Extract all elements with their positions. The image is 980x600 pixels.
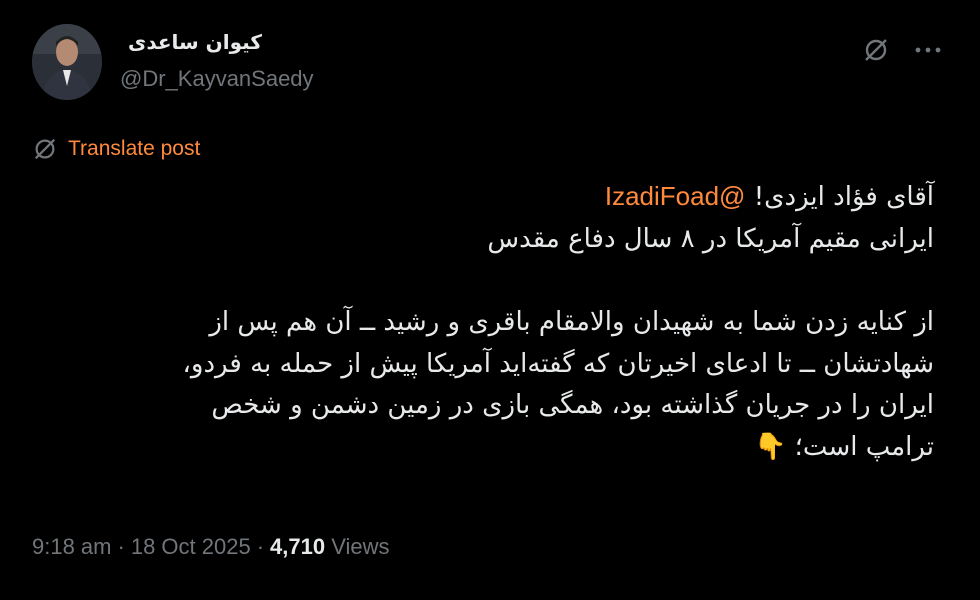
grok-icon[interactable] [856, 30, 896, 70]
pointing-down-emoji: 👇 [754, 431, 787, 462]
separator-dot: · [256, 534, 265, 559]
views-label: Views [331, 534, 390, 559]
tweet-line-2: ایرانی مقیم آمریکا در ۸ سال دفاع مقدس [487, 223, 934, 254]
more-options-icon[interactable] [908, 30, 948, 70]
tweet-paragraph-line-1: از کنایه زدن شما به شهیدان والامقام باقر… [209, 307, 934, 338]
translate-post-link[interactable]: Translate post [32, 136, 200, 162]
author-handle[interactable]: @Dr_KayvanSaedy [120, 66, 314, 92]
tweet-header: کیوان ساعدی @Dr_KayvanSaedy [32, 24, 948, 104]
tweet-paragraph-line-2: شهادتشان ــ تا ادعای اخیرتان که گفته‌اید… [182, 348, 935, 379]
avatar[interactable] [32, 24, 102, 100]
tweet-paragraph-line-3: ایران را در جریان گذاشته بود، همگی بازی … [211, 390, 934, 421]
tweet-line-1-text: آقای فؤاد ایزدی! [753, 182, 934, 212]
mention-link[interactable]: @IzadiFoad [605, 181, 746, 211]
post-actions [856, 30, 948, 70]
post-meta: 9:18 am · 18 Oct 2025 · 4,710 Views [32, 534, 390, 560]
tweet-paragraph-line-4-text: ترامپ است؛ [794, 431, 934, 462]
views-count[interactable]: 4,710 [270, 534, 325, 559]
author-name[interactable]: کیوان ساعدی [128, 30, 262, 54]
post-time[interactable]: 9:18 am [32, 534, 112, 559]
separator-dot: · [117, 534, 125, 559]
tweet-paragraph-line-4: ترامپ است؛ 👇 [54, 427, 934, 469]
translate-label: Translate post [68, 137, 201, 160]
tweet-text: آقای فؤاد ایزدی! @IzadiFoad ایرانی مقیم … [54, 176, 935, 469]
tweet-line-1: آقای فؤاد ایزدی! @IzadiFoad [54, 176, 934, 219]
translate-globe-icon [34, 138, 56, 160]
post-date[interactable]: 18 Oct 2025 [131, 534, 251, 559]
